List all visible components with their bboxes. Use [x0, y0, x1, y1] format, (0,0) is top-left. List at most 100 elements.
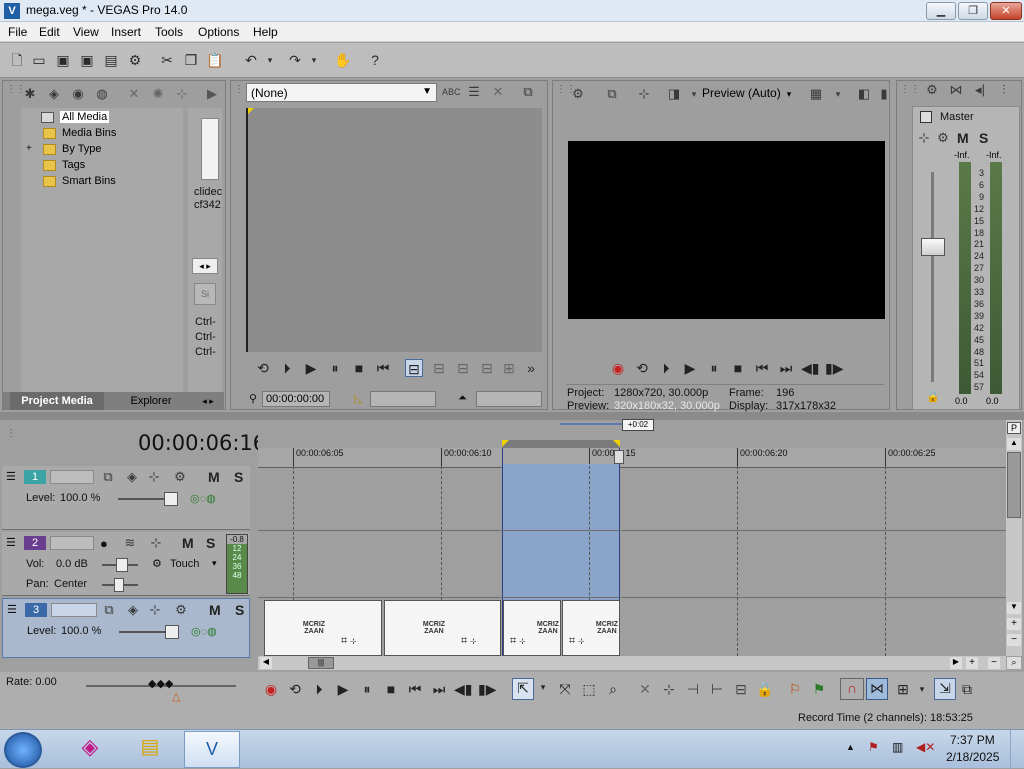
close-button[interactable]: ✕: [990, 2, 1022, 20]
mixer-properties-icon[interactable]: ⫶: [996, 82, 1012, 98]
overwrite-icon[interactable]: ⊟: [405, 359, 423, 377]
scroll-right-icon[interactable]: ▶: [950, 657, 962, 669]
tab-scroll-arrows[interactable]: ◂ ▸: [194, 392, 222, 410]
overlays-dropdown-icon[interactable]: ▾: [830, 86, 846, 102]
stop-icon[interactable]: ■: [729, 359, 747, 377]
composite-mode-icon[interactable]: ◎◌◍: [191, 625, 217, 638]
selection-length-field[interactable]: [476, 391, 542, 407]
media-thumbnail[interactable]: [201, 118, 219, 180]
lock-icon[interactable]: 🔒: [756, 680, 774, 698]
go-to-end-icon[interactable]: ⏭: [777, 359, 795, 377]
automation-icon[interactable]: ⚙: [173, 602, 189, 618]
tree-item-tags[interactable]: Tags: [43, 157, 163, 173]
next-frame-icon[interactable]: ▮▶: [478, 680, 496, 698]
save-icon[interactable]: ▣: [54, 51, 72, 69]
more-icon[interactable]: »: [522, 359, 540, 377]
track-fx-icon[interactable]: ◈: [124, 469, 140, 485]
pane-grip-icon[interactable]: ⋮⋮: [900, 84, 920, 95]
envelope-tool-icon[interactable]: ⤧: [556, 680, 574, 698]
split-mode-icon[interactable]: ◨: [666, 86, 682, 102]
zoom-out-horizontal-icon[interactable]: −: [988, 657, 1000, 669]
redo-dropdown-icon[interactable]: ▾: [308, 51, 320, 69]
trimmer-list-icon[interactable]: ☰: [466, 84, 482, 100]
track-1-header[interactable]: ☰ 1 ⧉ ◈ ⊹ ⚙ M S Level: 100.0 % ◎◌◍: [2, 466, 250, 530]
capture-video-icon[interactable]: ◈: [46, 86, 62, 102]
tree-item-smart-bins[interactable]: Smart Bins: [43, 173, 163, 189]
clip-fx-icon[interactable]: ⌗ ⊹: [569, 635, 584, 648]
track-name-1[interactable]: [50, 470, 94, 484]
pause-icon[interactable]: ⏸: [705, 359, 723, 377]
ripple-edit-icon[interactable]: ⊞: [894, 680, 912, 698]
collapse-icon[interactable]: ☰: [7, 603, 17, 616]
clear-trimmer-icon[interactable]: ✕: [490, 84, 506, 100]
ripple-dropdown-icon[interactable]: ▾: [916, 680, 928, 698]
track-motion-icon[interactable]: ⧉: [100, 469, 116, 485]
go-to-start-icon[interactable]: ⏮: [374, 359, 392, 377]
render-as-icon[interactable]: ▤: [102, 51, 120, 69]
level-slider-handle[interactable]: [165, 625, 179, 639]
trim-start-icon[interactable]: ⊣: [684, 680, 702, 698]
pane-grip-icon[interactable]: ⋮: [6, 428, 16, 439]
vol-slider-handle[interactable]: [116, 558, 128, 572]
insert-region-icon[interactable]: ⚑: [810, 680, 828, 698]
globe-icon[interactable]: ◍: [94, 86, 110, 102]
menu-file[interactable]: File: [4, 24, 31, 40]
video-clip-3[interactable]: MCRIZ ZAAN ⌗ ⊹: [503, 600, 561, 656]
split-screen-icon[interactable]: ⊹: [636, 86, 652, 102]
interactive-tutorials-icon[interactable]: ✋: [334, 51, 352, 69]
loop-region-bar[interactable]: [502, 440, 620, 448]
track-1-solo-button[interactable]: S: [234, 469, 243, 485]
track-2-header[interactable]: ☰ 2 ● ≋ ⊹ M S Vol: 0.0 dB ⚙ Touch ▾ Pan:…: [2, 532, 250, 596]
track-3-header[interactable]: ☰ 3 ⧉ ◈ ⊹ ⚙ M S Level: 100.0 % ◎◌◍: [2, 598, 250, 658]
record-icon[interactable]: ◉: [262, 680, 280, 698]
track-3-mute-button[interactable]: M: [209, 602, 221, 618]
scroll-up-icon[interactable]: ▲: [1007, 438, 1021, 450]
loop-playback-icon[interactable]: ⟲: [633, 359, 651, 377]
play-from-start-icon[interactable]: ⏵: [310, 680, 328, 698]
previous-frame-icon[interactable]: ◀▮: [801, 359, 819, 377]
track-3-solo-button[interactable]: S: [235, 602, 244, 618]
pause-icon[interactable]: ⏸: [358, 680, 376, 698]
horizontal-scroll-thumb[interactable]: |||: [308, 657, 334, 669]
cursor-time-display[interactable]: 00:00:06:16: [138, 431, 266, 455]
paste-icon[interactable]: 📋: [206, 51, 224, 69]
compositing-icon[interactable]: ⊹: [146, 469, 162, 485]
vegas-app-icon[interactable]: V: [4, 3, 20, 19]
loop-start-marker-icon[interactable]: [502, 440, 509, 447]
downmix-icon[interactable]: ⋈: [948, 82, 964, 98]
selection-tool-icon[interactable]: ⬚: [580, 680, 598, 698]
open-icon[interactable]: ▭: [30, 51, 48, 69]
undo-icon[interactable]: ↶: [242, 51, 260, 69]
master-fader-handle[interactable]: [921, 238, 945, 256]
vertical-scroll-thumb[interactable]: [1007, 452, 1021, 518]
clip-fx-icon[interactable]: ⌗ ⊹: [510, 635, 525, 648]
delete-icon[interactable]: ✕: [636, 680, 654, 698]
arm-record-icon[interactable]: ●: [100, 536, 108, 551]
volume-muted-icon[interactable]: ◀✕: [916, 740, 935, 754]
playhead-handle[interactable]: [614, 450, 624, 464]
rate-slider-handle[interactable]: ◆◆◆: [148, 677, 173, 690]
file-explorer-icon[interactable]: ▤: [130, 734, 170, 764]
cut-icon[interactable]: ✂: [158, 51, 176, 69]
new-project-icon[interactable]: 🗋: [8, 51, 26, 69]
clip-fx-icon[interactable]: ⌗ ⊹: [341, 635, 356, 648]
preview-quality-select[interactable]: Preview (Auto) ▾: [702, 86, 812, 102]
split-icon[interactable]: ⊟: [732, 680, 750, 698]
pause-icon[interactable]: ⏸: [326, 359, 344, 377]
menu-options[interactable]: Options: [194, 24, 243, 40]
zoom-in-horizontal-icon[interactable]: +: [966, 657, 978, 669]
selection-start-field[interactable]: [370, 391, 436, 407]
compositing-icon[interactable]: ⊹: [147, 602, 163, 618]
track-fx-icon[interactable]: ≋: [122, 535, 138, 551]
scroll-down-icon[interactable]: ▼: [1007, 602, 1021, 614]
whats-this-help-icon[interactable]: ?: [366, 51, 384, 69]
tab-project-media[interactable]: Project Media: [10, 392, 104, 410]
split-dropdown-icon[interactable]: ▾: [686, 86, 702, 102]
trim-icon[interactable]: ⊹: [660, 680, 678, 698]
trimmer-view[interactable]: [246, 108, 542, 352]
automation-mode-icon[interactable]: ⚙: [152, 557, 162, 570]
video-clip-2[interactable]: MCRIZ ZAAN ⌗ ⊹: [384, 600, 501, 656]
subclip-icon[interactable]: ⊞: [500, 359, 518, 377]
track-fx-icon[interactable]: ◈: [125, 602, 141, 618]
dim-output-icon[interactable]: ◂|: [972, 82, 988, 98]
